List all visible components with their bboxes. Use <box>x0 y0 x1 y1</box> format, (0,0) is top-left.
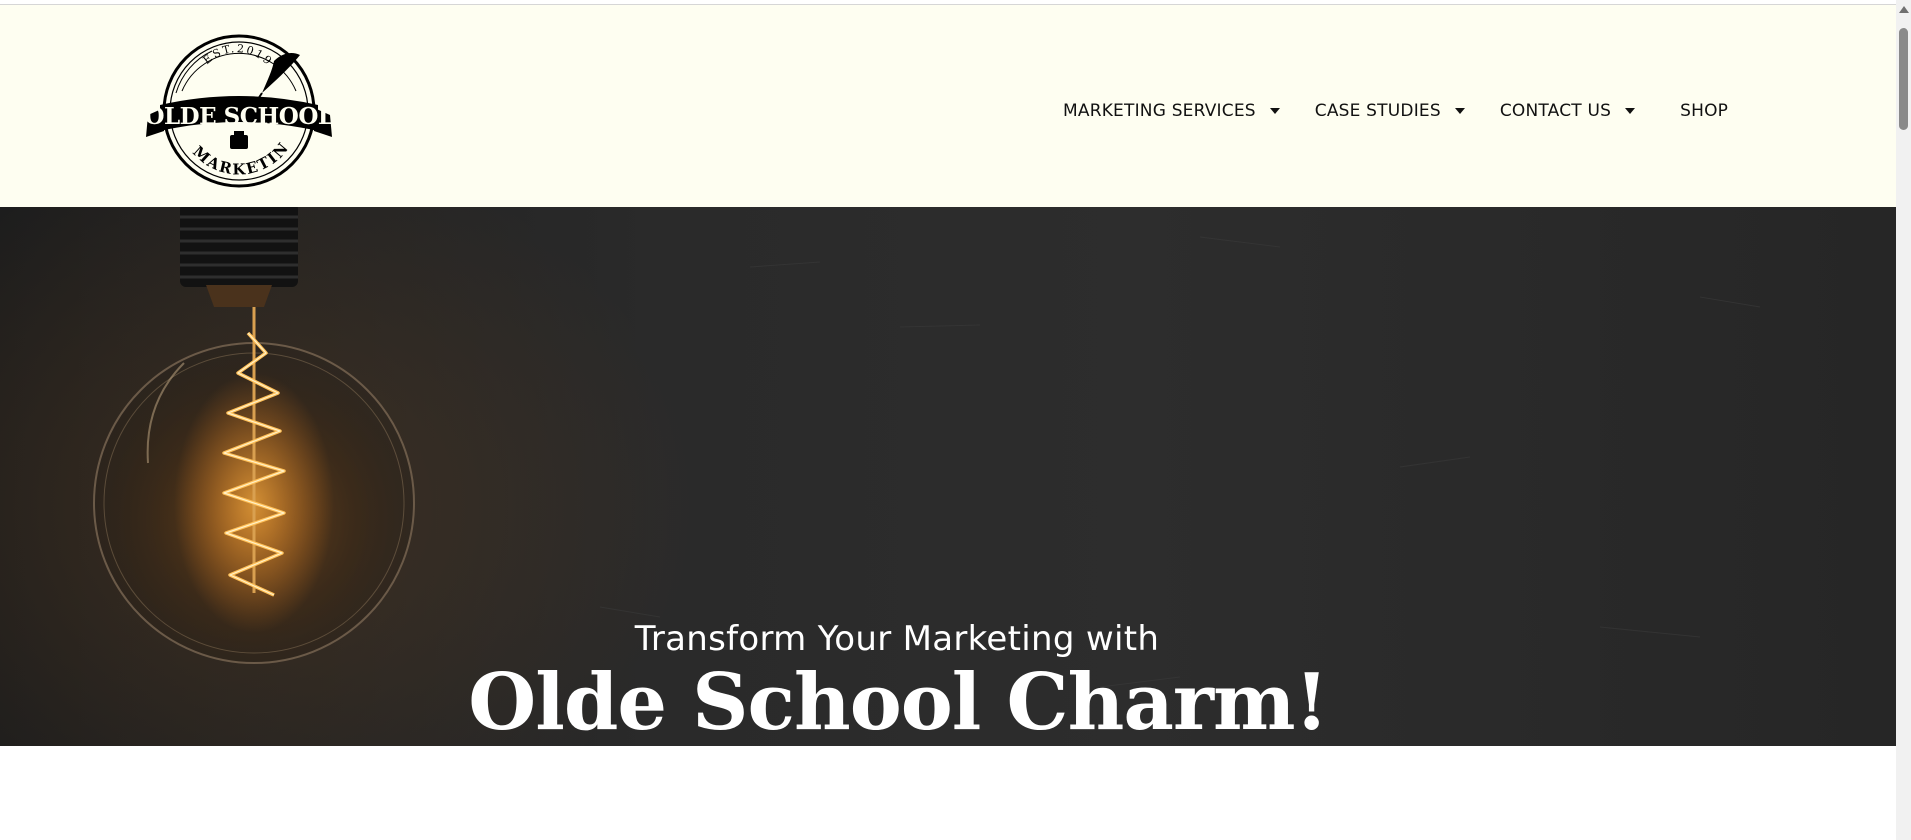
hero-title: Olde School Charm! <box>468 657 1328 746</box>
hero-banner: Transform Your Marketing with Olde Schoo… <box>0 207 1896 746</box>
nav-marketing-services-label: MARKETING SERVICES <box>1063 101 1256 121</box>
caret-down-icon[interactable] <box>1269 108 1280 114</box>
nav-marketing-services[interactable]: MARKETING SERVICES <box>1063 101 1280 121</box>
hero-subtitle: Transform Your Marketing with <box>634 619 1160 659</box>
svg-text:OLDE SCHOOL: OLDE SCHOOL <box>144 103 333 130</box>
svg-text:EST.2019: EST.2019 <box>201 42 276 68</box>
nav-shop-label: SHOP <box>1680 101 1729 121</box>
scrollbar-thumb[interactable] <box>1899 28 1908 130</box>
caret-down-icon[interactable] <box>1625 108 1636 114</box>
scroll-up-arrow-icon[interactable] <box>1899 6 1909 13</box>
site-header: EST.2019 OLDE SCHOOL MARKETING MARKETING… <box>0 5 1896 207</box>
nav-contact-us-label: CONTACT US <box>1499 101 1612 121</box>
nav-contact-us[interactable]: CONTACT US <box>1499 101 1636 121</box>
nav-case-studies[interactable]: CASE STUDIES <box>1315 101 1465 121</box>
nav-case-studies-label: CASE STUDIES <box>1314 101 1441 121</box>
olde-school-marketing-logo[interactable]: EST.2019 OLDE SCHOOL MARKETING <box>142 31 336 189</box>
page-scrollbar[interactable] <box>1896 0 1911 840</box>
nav-shop[interactable]: SHOP <box>1680 101 1728 121</box>
main-navigation: MARKETING SERVICES CASE STUDIES CONTACT … <box>1063 93 1728 129</box>
caret-down-icon[interactable] <box>1454 108 1465 114</box>
